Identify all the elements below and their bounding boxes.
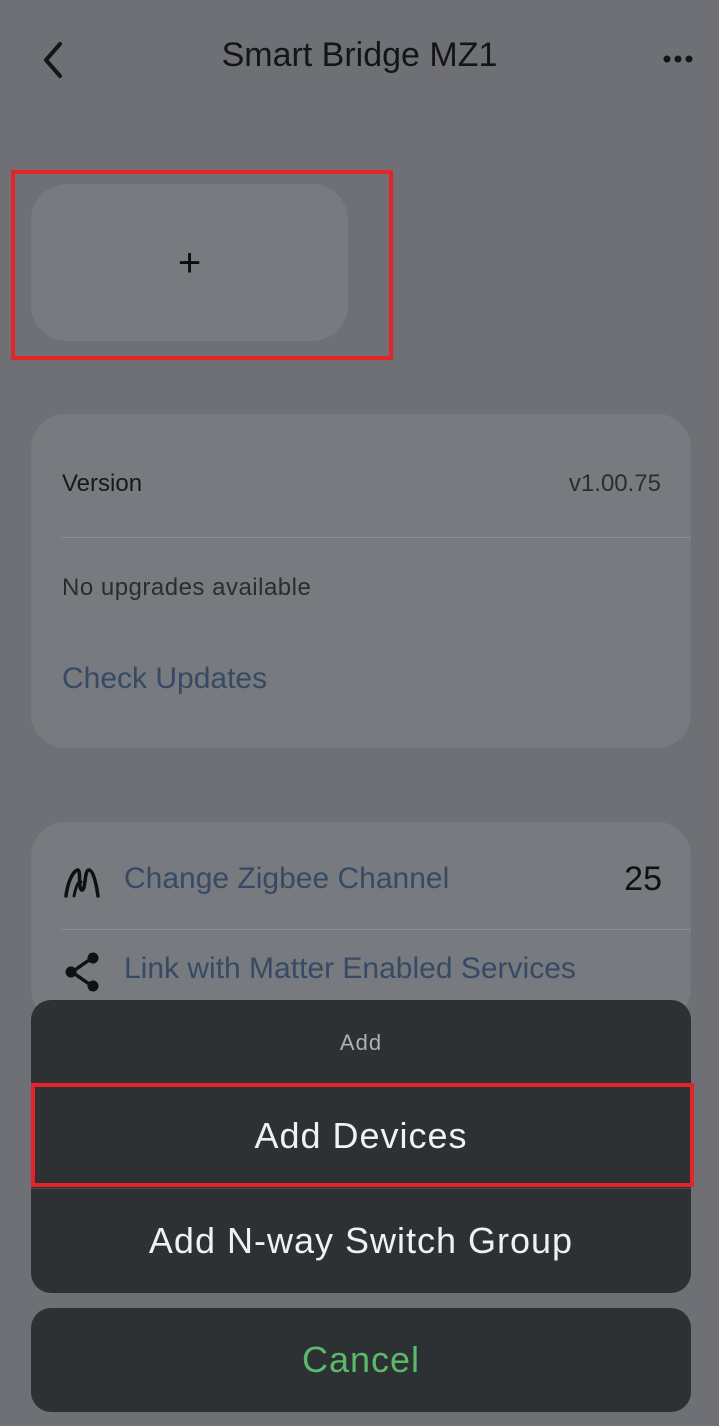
add-nway-switch-group-button[interactable]: Add N-way Switch Group [31,1189,691,1293]
zigbee-icon [62,864,102,900]
divider [62,929,691,930]
version-label: Version [62,470,143,497]
more-button[interactable] [650,44,706,74]
change-zigbee-channel-link[interactable]: Change Zigbee Channel [124,862,449,896]
cancel-button[interactable]: Cancel [31,1308,691,1412]
action-sheet-title: Add [339,1030,383,1055]
plus-icon: + [177,240,202,285]
add-tile[interactable]: + [31,184,348,341]
version-value: v1.00.75 [568,470,661,497]
add-devices-button[interactable]: Add Devices [31,1084,691,1188]
settings-card [31,822,691,1022]
link-matter-services-link[interactable]: Link with Matter Enabled Services [124,952,576,986]
upgrade-status: No upgrades available [62,574,312,601]
zigbee-channel-value: 25 [624,860,662,898]
divider [62,537,691,538]
page-title: Smart Bridge MZ1 [221,36,498,74]
share-icon [62,950,102,994]
check-updates-link[interactable]: Check Updates [62,662,267,696]
more-horizontal-icon [663,55,693,63]
